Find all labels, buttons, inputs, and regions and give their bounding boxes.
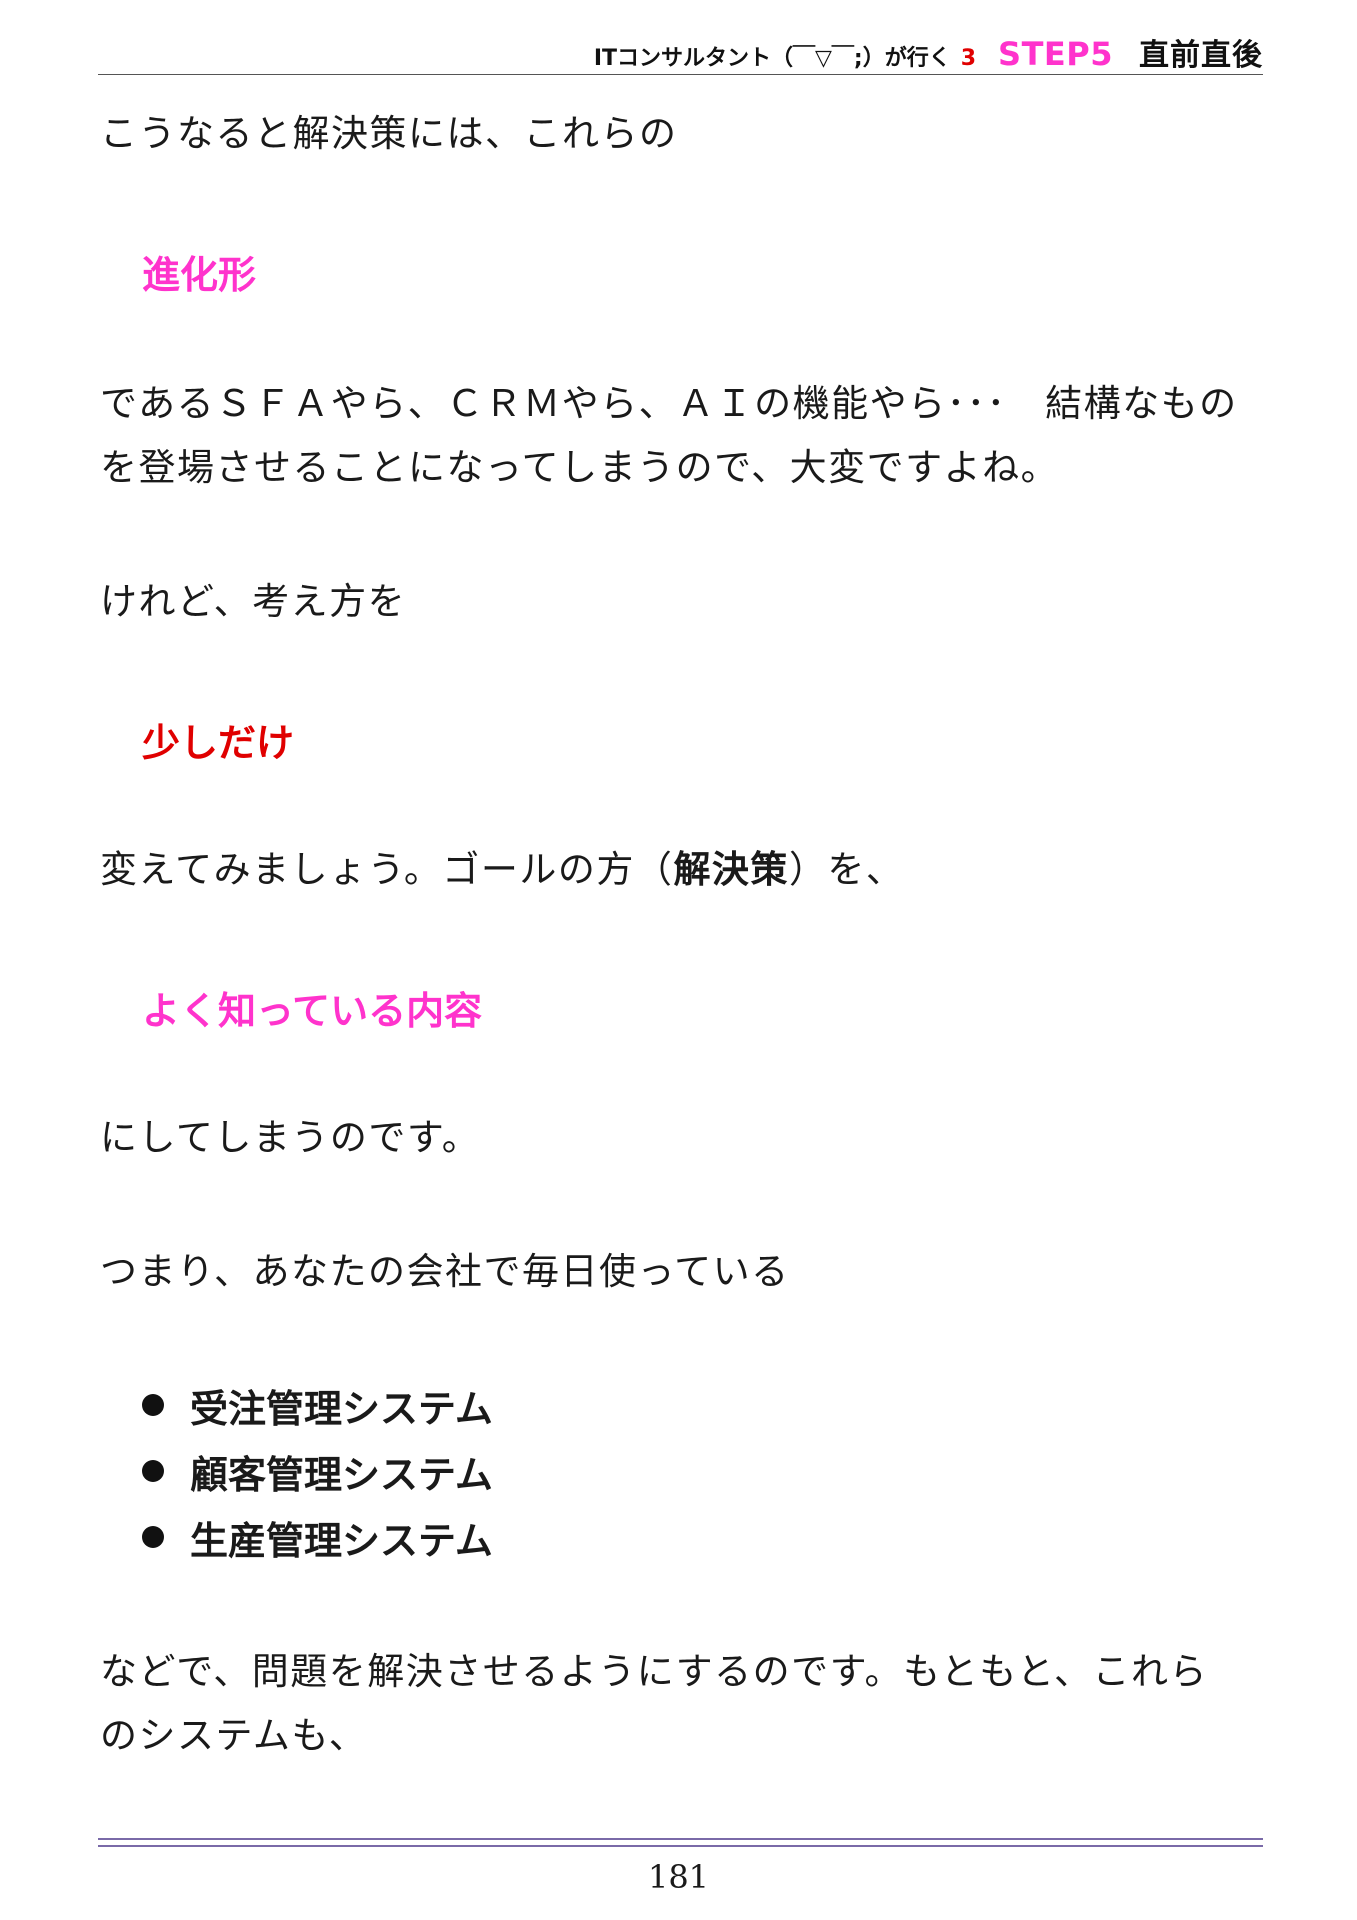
list-item: 顧客管理システム (142, 1438, 493, 1504)
paragraph-2-line-1: であるＳＦＡやら、ＣＲＭやら、ＡＩの機能やら･･･ 結構なもの (100, 382, 1238, 425)
page-header: ITコンサルタント（￣▽￣;）が行く 3 STEP5 直前直後 (98, 30, 1263, 75)
bullet-icon (142, 1460, 164, 1482)
paragraph-4-post: ）を、 (788, 848, 905, 891)
bullet-icon (142, 1394, 164, 1416)
paragraph-2: であるＳＦＡやら、ＣＲＭやら、ＡＩの機能やら･･･ 結構なもの を登場させること… (100, 372, 1270, 500)
paragraph-4: 変えてみましょう。ゴールの方（解決策）を、 (100, 838, 1270, 902)
paragraph-3: けれど、考え方を (100, 580, 407, 623)
emphasis-a-little: 少しだけ (142, 721, 295, 765)
list-item-label: 顧客管理システム (190, 1452, 493, 1497)
paragraph-2-line-2: を登場させることになってしまうので、大変ですよね。 (100, 446, 1060, 489)
section-title: 直前直後 (1139, 38, 1263, 73)
system-list: 受注管理システム 顧客管理システム 生産管理システム (142, 1372, 493, 1570)
paragraph-4-pre: 変えてみましょう。ゴールの方（ (100, 848, 674, 891)
paragraph-7: などで、問題を解決させるようにするのです。もともと、これら のシステムも、 (100, 1640, 1270, 1768)
paragraph-7-line-2: のシステムも、 (100, 1714, 368, 1757)
footer-rule-bottom (98, 1845, 1263, 1847)
book-number: 3 (960, 46, 977, 71)
list-item-label: 受注管理システム (190, 1386, 493, 1431)
paragraph-1: こうなると解決策には、これらの (100, 112, 678, 155)
paragraph-4-bold: 解決策 (673, 848, 789, 891)
list-item-label: 生産管理システム (190, 1518, 493, 1563)
book-title: ITコンサルタント（￣▽￣;）が行く (593, 46, 951, 71)
emphasis-evolution: 進化形 (142, 253, 257, 297)
emphasis-familiar-content: よく知っている内容 (142, 989, 483, 1033)
footer-rule-top (98, 1838, 1263, 1840)
paragraph-7-line-1: などで、問題を解決させるようにするのです。もともと、これら (100, 1650, 1208, 1693)
list-item: 生産管理システム (142, 1504, 493, 1570)
step-label: STEP5 (998, 35, 1113, 73)
paragraph-5: にしてしまうのです。 (100, 1116, 481, 1159)
page-number: 181 (647, 1858, 710, 1896)
list-item: 受注管理システム (142, 1372, 493, 1438)
paragraph-6: つまり、あなたの会社で毎日使っている (100, 1250, 790, 1293)
bullet-icon (142, 1526, 164, 1548)
